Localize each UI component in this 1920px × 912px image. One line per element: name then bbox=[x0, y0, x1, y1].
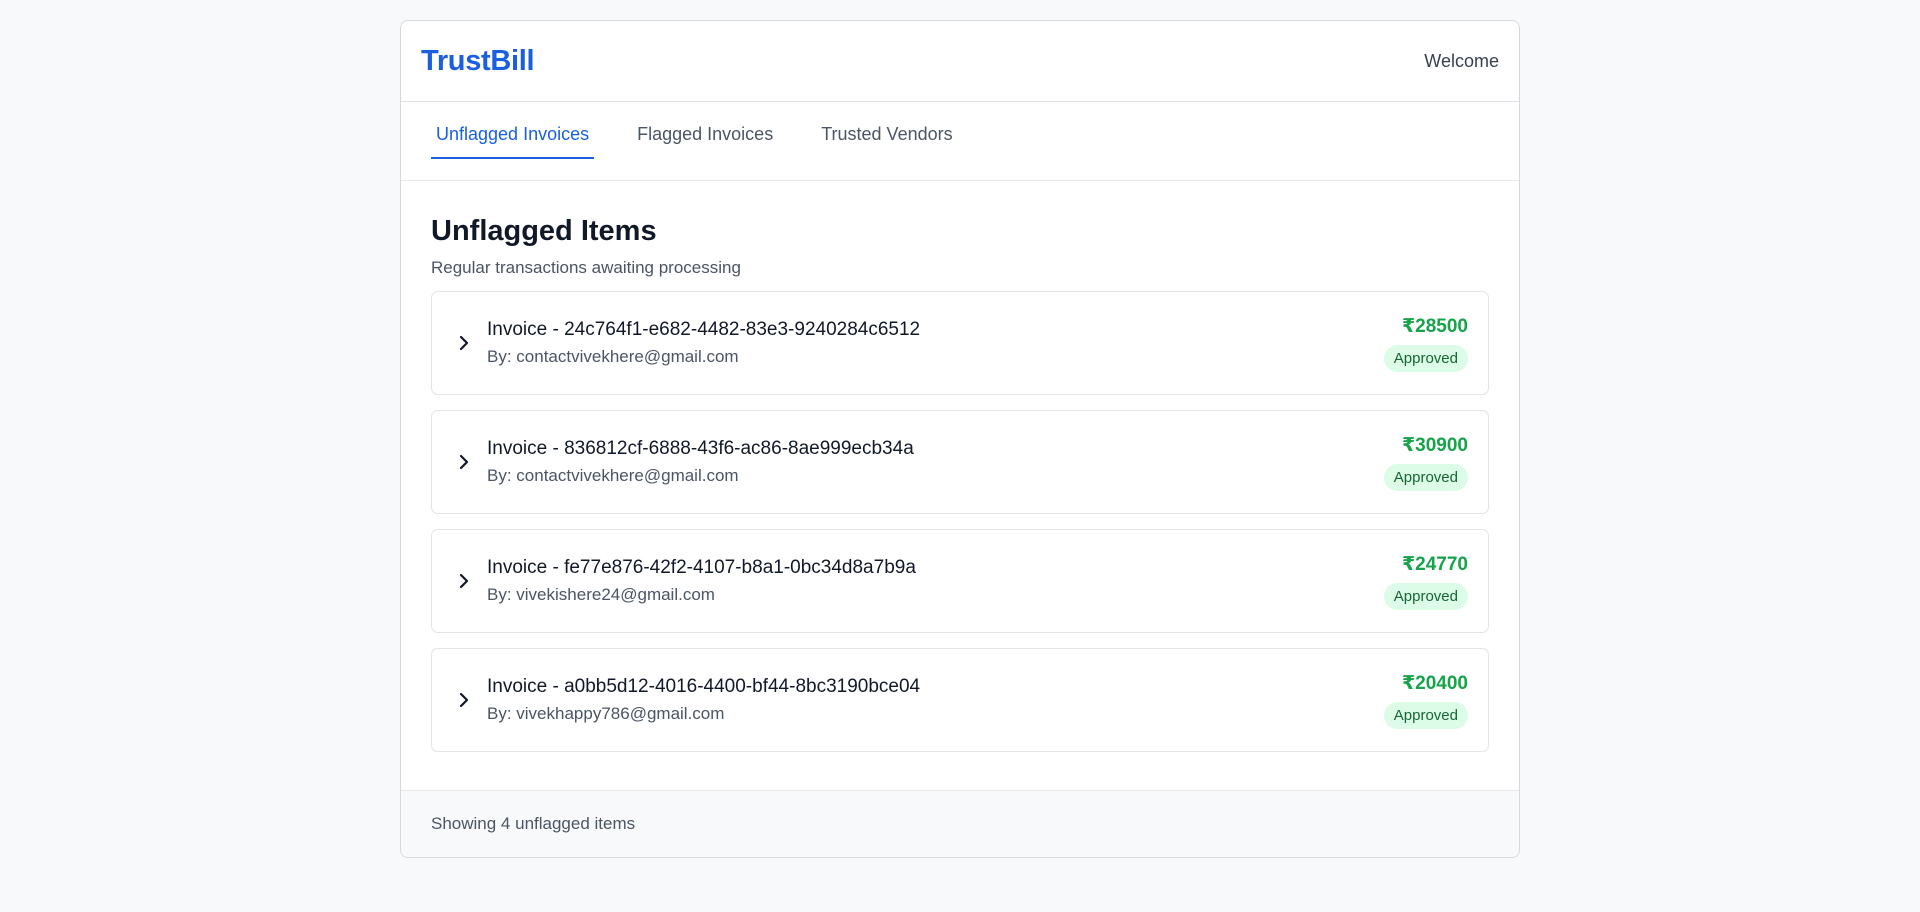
status-badge: Approved bbox=[1383, 701, 1468, 729]
app-header: TrustBill Welcome bbox=[401, 21, 1519, 102]
invoice-submitter: By: contactvivekhere@gmail.com bbox=[487, 466, 739, 485]
tab-flagged-invoices[interactable]: Flagged Invoices bbox=[632, 124, 778, 159]
invoice-title: Invoice - fe77e876-42f2-4107-b8a1-0bc34d… bbox=[487, 557, 916, 578]
status-badge: Approved bbox=[1383, 344, 1468, 372]
invoice-row[interactable]: Invoice - fe77e876-42f2-4107-b8a1-0bc34d… bbox=[431, 529, 1489, 633]
invoice-title: Invoice - 24c764f1-e682-4482-83e3-924028… bbox=[487, 319, 921, 340]
invoice-amount: ₹20400 bbox=[1401, 672, 1468, 694]
invoice-list: Invoice - 24c764f1-e682-4482-83e3-924028… bbox=[431, 291, 1489, 752]
invoice-info: Invoice - a0bb5d12-4016-4400-bf44-8bc319… bbox=[487, 676, 1384, 724]
page-subtitle: Regular transactions awaiting processing bbox=[431, 258, 741, 277]
chevron-right-icon[interactable] bbox=[454, 452, 474, 472]
tab-trusted-vendors[interactable]: Trusted Vendors bbox=[816, 124, 957, 159]
main-card: TrustBill Welcome Unflagged Invoices Fla… bbox=[400, 20, 1520, 858]
invoice-amount: ₹28500 bbox=[1401, 315, 1468, 337]
invoice-submitter: By: vivekhappy786@gmail.com bbox=[487, 704, 725, 723]
invoice-meta: ₹28500 Approved bbox=[1383, 315, 1468, 372]
chevron-right-icon[interactable] bbox=[454, 690, 474, 710]
invoice-info: Invoice - 24c764f1-e682-4482-83e3-924028… bbox=[487, 319, 1384, 367]
invoice-submitter: By: vivekishere24@gmail.com bbox=[487, 585, 715, 604]
welcome-text: Welcome bbox=[1424, 50, 1499, 71]
invoice-amount: ₹24770 bbox=[1401, 553, 1468, 575]
invoice-title: Invoice - a0bb5d12-4016-4400-bf44-8bc319… bbox=[487, 676, 921, 697]
invoice-meta: ₹30900 Approved bbox=[1383, 434, 1468, 491]
invoice-row[interactable]: Invoice - 836812cf-6888-43f6-ac86-8ae999… bbox=[431, 410, 1489, 514]
chevron-right-icon[interactable] bbox=[454, 571, 474, 591]
tab-unflagged-invoices[interactable]: Unflagged Invoices bbox=[431, 124, 595, 159]
status-badge: Approved bbox=[1383, 463, 1468, 491]
invoice-title: Invoice - 836812cf-6888-43f6-ac86-8ae999… bbox=[487, 438, 914, 459]
item-count-text: Showing 4 unflagged items bbox=[431, 814, 636, 833]
invoice-row[interactable]: Invoice - a0bb5d12-4016-4400-bf44-8bc319… bbox=[431, 648, 1489, 752]
brand-logo[interactable]: TrustBill bbox=[421, 45, 535, 78]
tab-bar: Unflagged Invoices Flagged Invoices Trus… bbox=[401, 102, 1519, 181]
status-badge: Approved bbox=[1383, 582, 1468, 610]
invoice-info: Invoice - 836812cf-6888-43f6-ac86-8ae999… bbox=[487, 438, 1384, 486]
page-title: Unflagged Items bbox=[431, 215, 657, 247]
chevron-right-icon[interactable] bbox=[454, 333, 474, 353]
content-area: Unflagged Items Regular transactions awa… bbox=[401, 181, 1519, 792]
invoice-meta: ₹24770 Approved bbox=[1383, 553, 1468, 610]
invoice-info: Invoice - fe77e876-42f2-4107-b8a1-0bc34d… bbox=[487, 557, 1384, 605]
invoice-row[interactable]: Invoice - 24c764f1-e682-4482-83e3-924028… bbox=[431, 291, 1489, 395]
invoice-amount: ₹30900 bbox=[1401, 434, 1468, 456]
invoice-meta: ₹20400 Approved bbox=[1383, 672, 1468, 729]
invoice-submitter: By: contactvivekhere@gmail.com bbox=[487, 347, 739, 366]
list-footer: Showing 4 unflagged items bbox=[401, 790, 1519, 857]
